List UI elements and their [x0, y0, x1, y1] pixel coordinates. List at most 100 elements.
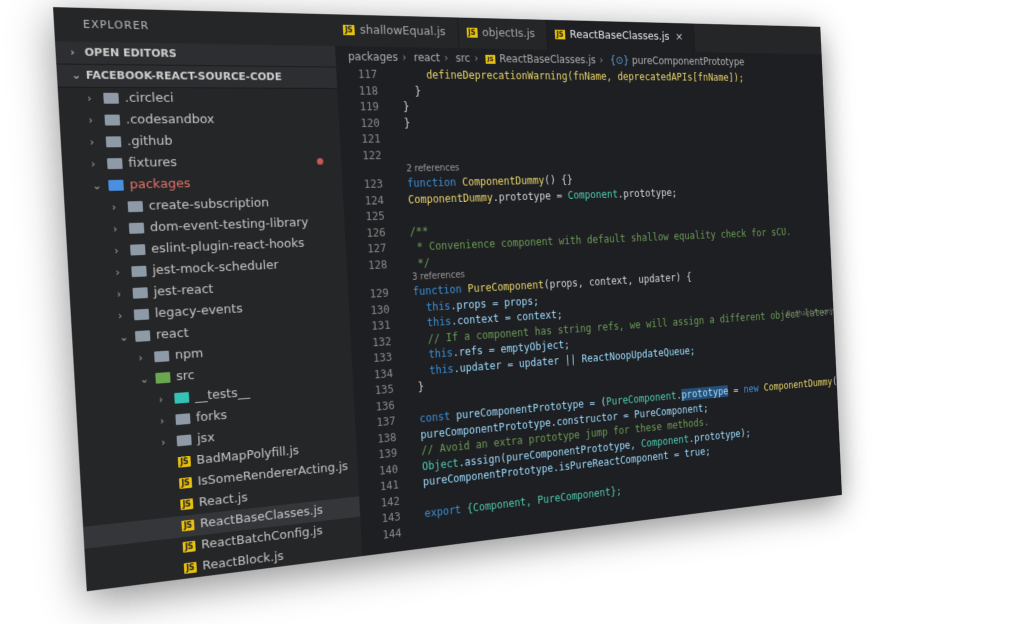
tab-label: shallowEqual.js [359, 23, 446, 39]
code-token: ComponentDummy [407, 190, 494, 206]
code-token: .prototype = [492, 188, 569, 204]
tree-item-label: forks [195, 408, 228, 426]
breadcrumb-item[interactable]: pureComponentPrototype [632, 54, 745, 67]
tree-item-label: create-subscription [148, 195, 270, 214]
js-file-icon: JS [182, 540, 196, 553]
code-token: const [419, 409, 451, 426]
folder-icon [175, 413, 191, 426]
code-token: } [403, 116, 411, 130]
chevron-right-icon: › [90, 157, 96, 171]
line-number: 123 [363, 177, 384, 191]
code-token: function [412, 282, 462, 299]
chevron-right-icon: › [112, 222, 118, 236]
editor-pane: JS shallowEqual.js JS objectIs.js JS ReactB… [333, 14, 842, 557]
line-number: 124 [364, 193, 385, 207]
tree-item-label: dom-event-testing-library [149, 215, 309, 236]
chevron-right-icon: › [115, 265, 121, 279]
tree-item-label: npm [174, 346, 204, 363]
line-number: 126 [366, 225, 386, 240]
js-file-icon: JS [178, 477, 193, 489]
tree-item-label: .circleci [124, 90, 175, 106]
js-file-icon: JS [184, 582, 199, 592]
folder-icon [131, 265, 147, 278]
folder-open-icon [134, 330, 151, 342]
chevron-down-icon: ⌄ [118, 330, 129, 344]
folder-icon [130, 244, 146, 256]
tree-item-circleci[interactable]: › .circleci [58, 88, 339, 110]
tree-item-label: __tests__ [194, 385, 251, 405]
tree-item-label: packages [129, 176, 191, 193]
folder-icon [127, 201, 144, 213]
chevron-right-icon: › [69, 45, 76, 59]
folder-icon [104, 114, 121, 126]
code-token: this [415, 346, 454, 362]
code-line: 119} [338, 99, 824, 115]
tree-item-label: react [155, 326, 190, 343]
code-token: = [728, 383, 744, 397]
code-token: this [414, 314, 452, 330]
tab-reactbaseclasses[interactable]: JS ReactBaseClasses.js × [546, 19, 695, 53]
chevron-down-icon: ⌄ [139, 372, 150, 386]
project-section[interactable]: ⌄ FACEBOOK-REACT-SOURCE-CODE [56, 64, 338, 89]
chevron-right-icon: › [88, 113, 94, 127]
folder-open-icon [108, 179, 124, 191]
close-icon[interactable]: × [675, 31, 684, 44]
folder-icon [128, 222, 145, 234]
vscode-window: EXPLORER › OPEN EDITORS ⌄ FACEBOOK-REACT-S… [53, 7, 842, 592]
chevron-right-icon: › [158, 393, 164, 407]
chevron-right-icon: › [113, 244, 120, 258]
tree-item-label: .codesandbox [125, 112, 215, 128]
tree-item-label: legacy-events [154, 301, 244, 322]
line-number: 119 [359, 100, 380, 114]
folder-icon [132, 287, 149, 299]
code-token: new [743, 382, 759, 396]
chevron-right-icon: › [138, 351, 144, 365]
chevron-right-icon: › [159, 414, 165, 428]
code-token: function [406, 175, 457, 190]
screenshot-stage: EXPLORER › OPEN EDITORS ⌄ FACEBOOK-REACT-S… [0, 0, 1036, 624]
chevron-right-icon: › [86, 91, 93, 105]
tree-item-label: fixtures [127, 155, 178, 171]
code-view[interactable]: 117 defineDeprecationWarning(fnName, dep… [336, 67, 842, 546]
chevron-right-icon: › [111, 200, 117, 214]
tree-item-label: eslint-plugin-react-hooks [150, 236, 305, 257]
line-number: 121 [361, 132, 381, 146]
code-token: Object [421, 456, 459, 473]
code-token: ComponentDummy [455, 174, 545, 189]
tree-item-label: jest-react [153, 282, 214, 300]
folder-icon [176, 434, 192, 447]
tree-item-codesandbox[interactable]: › .codesandbox [59, 109, 340, 131]
code-token: } [417, 380, 425, 394]
js-file-icon: JS [485, 54, 496, 64]
folder-tests-icon [174, 391, 190, 404]
tab-objectis[interactable]: JS objectIs.js [457, 17, 548, 50]
chevron-down-icon: ⌄ [91, 179, 102, 193]
code-token: Component [567, 187, 619, 202]
line-number: 117 [357, 67, 378, 81]
breadcrumb-item[interactable]: src [455, 52, 470, 65]
line-number: 118 [358, 83, 379, 97]
project-label: FACEBOOK-REACT-SOURCE-CODE [85, 68, 283, 84]
chevron-right-icon: › [160, 435, 166, 449]
code-token: } [401, 84, 422, 98]
breadcrumb-item[interactable]: packages [348, 50, 399, 64]
line-number: 125 [365, 209, 385, 224]
code-line: 118 } [337, 83, 824, 100]
js-file-icon: JS [180, 498, 194, 511]
chevron-down-icon: ⌄ [71, 68, 82, 82]
code-token: */ [411, 255, 431, 270]
breadcrumb-item[interactable]: ReactBaseClasses.js [499, 52, 596, 66]
js-file-icon: JS [554, 29, 566, 40]
code-token: () {} [543, 173, 573, 187]
code-token: defineDeprecationWarning(fnName, depreca… [401, 68, 745, 84]
js-file-icon: JS [466, 27, 478, 38]
open-editors-section[interactable]: › OPEN EDITORS [55, 41, 337, 68]
chevron-right-icon: › [89, 135, 95, 149]
chevron-right-icon: › [117, 309, 123, 323]
modified-dot-icon [316, 158, 324, 165]
breadcrumb-item[interactable]: react [414, 51, 441, 64]
folder-src-icon [155, 371, 171, 384]
tab-shallowequal[interactable]: JS shallowEqual.js [333, 14, 460, 49]
line-number: 128 [367, 257, 388, 272]
tab-label: objectIs.js [481, 26, 536, 41]
